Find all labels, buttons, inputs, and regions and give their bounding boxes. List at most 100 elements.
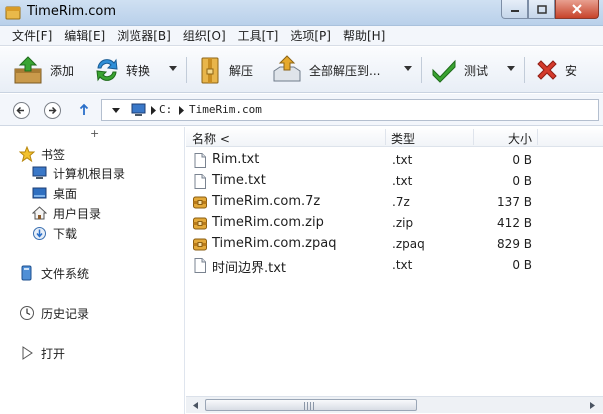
extract-icon <box>201 57 219 84</box>
toolbar-separator <box>524 57 525 83</box>
add-button[interactable]: 添加 <box>12 53 74 87</box>
menu-help[interactable]: 帮助[H] <box>337 26 391 46</box>
file-type: .txt <box>392 153 413 167</box>
back-arrow-icon <box>16 106 24 115</box>
menu-file[interactable]: 文件[F] <box>6 26 58 46</box>
convert-button[interactable]: 转换 <box>94 53 150 87</box>
file-type: .7z <box>392 195 410 209</box>
up-arrow-icon[interactable] <box>78 103 90 117</box>
delete-x-icon <box>537 60 557 80</box>
close-button[interactable] <box>555 0 599 19</box>
text-file-icon <box>194 153 206 168</box>
scroll-right-icon[interactable] <box>584 398 600 413</box>
scrollbar-thumb[interactable] <box>205 399 417 411</box>
column-divider[interactable] <box>473 129 474 145</box>
sidebar-item-filesystem[interactable]: 文件系统 <box>19 264 89 282</box>
column-type[interactable]: 类型 <box>391 130 415 147</box>
test-dropdown-icon[interactable] <box>507 66 515 71</box>
file-type: .txt <box>392 174 413 188</box>
file-size: 137 B <box>497 195 532 209</box>
table-row[interactable]: TimeRim.com.zip .zip 412 B <box>186 213 603 234</box>
desktop-icon <box>32 187 47 199</box>
table-row[interactable]: 时间边界.txt .txt 0 B <box>186 255 603 276</box>
file-size: 0 B <box>512 258 532 272</box>
sidebar-item-bookmarks[interactable]: 书签 <box>19 145 65 163</box>
forward-button[interactable] <box>44 102 61 119</box>
delete-button[interactable]: 安 <box>535 53 577 87</box>
delete-label: 安 <box>565 63 578 78</box>
checkmark-icon <box>432 59 456 83</box>
column-size[interactable]: 大小 <box>508 130 532 147</box>
path-separator-icon[interactable] <box>179 106 184 115</box>
file-type: .txt <box>392 258 413 272</box>
filesystem-icon <box>21 265 32 281</box>
file-size: 829 B <box>497 237 532 251</box>
test-button[interactable]: 测试 <box>430 53 488 87</box>
sidebar-item-label: 计算机根目录 <box>53 166 126 181</box>
test-label: 测试 <box>464 63 489 78</box>
column-divider[interactable] <box>385 129 386 145</box>
text-file-icon <box>194 258 206 273</box>
file-name: TimeRim.com.zpaq <box>212 236 337 251</box>
column-name[interactable]: 名称 < <box>192 130 230 147</box>
sidebar-item-label: 打开 <box>41 346 66 361</box>
file-size: 0 B <box>512 174 532 188</box>
sidebar-item-downloads[interactable]: 下载 <box>32 224 77 242</box>
table-row[interactable]: Time.txt .txt 0 B <box>186 171 603 192</box>
history-dropdown-icon[interactable] <box>112 108 120 113</box>
table-row[interactable]: TimeRim.com.zpaq .zpaq 829 B <box>186 234 603 255</box>
file-size: 412 B <box>497 216 532 230</box>
address-path[interactable]: C: TimeRim.com <box>101 99 599 121</box>
file-type: .zip <box>392 216 414 230</box>
menu-tools[interactable]: 工具[T] <box>232 26 285 46</box>
menu-bar: 文件[F] 编辑[E] 浏览器[B] 组织[O] 工具[T] 选项[P] 帮助[… <box>0 26 603 46</box>
path-drive[interactable]: C: <box>159 103 172 116</box>
extract-all-button[interactable]: 全部解压到... <box>271 53 380 87</box>
maximize-button[interactable] <box>528 0 555 19</box>
archive-icon <box>193 196 207 209</box>
clock-icon <box>20 306 34 320</box>
horizontal-scrollbar[interactable] <box>186 396 603 413</box>
sidebar-item-history[interactable]: 历史记录 <box>19 304 89 322</box>
menu-edit[interactable]: 编辑[E] <box>58 26 111 46</box>
sidebar-item-computer-root[interactable]: 计算机根目录 <box>32 164 125 182</box>
sidebar-item-home[interactable]: 用户目录 <box>32 204 101 222</box>
extract-all-dropdown-icon[interactable] <box>404 66 412 71</box>
table-row[interactable]: TimeRim.com.7z .7z 137 B <box>186 192 603 213</box>
extract-all-icon <box>273 55 301 82</box>
back-button[interactable] <box>13 102 30 119</box>
extract-button[interactable]: 解压 <box>197 53 253 87</box>
title-bar: TimeRim.com <box>0 0 603 26</box>
toolbar-separator <box>186 57 187 83</box>
scroll-left-icon[interactable] <box>188 398 204 413</box>
sidebar-item-open[interactable]: 打开 <box>19 344 65 362</box>
sidebar-collapse-toggle[interactable]: + <box>90 127 99 140</box>
menu-browser[interactable]: 浏览器[B] <box>111 26 177 46</box>
grip-icon <box>304 402 316 410</box>
address-bar: C: TimeRim.com <box>0 94 603 126</box>
file-size: 0 B <box>512 153 532 167</box>
home-icon <box>32 206 47 220</box>
path-folder[interactable]: TimeRim.com <box>189 103 262 116</box>
column-divider[interactable] <box>537 129 538 145</box>
extract-all-label: 全部解压到... <box>309 63 381 78</box>
add-label: 添加 <box>50 63 75 78</box>
file-name: Rim.txt <box>212 152 260 167</box>
convert-dropdown-icon[interactable] <box>169 66 177 71</box>
sidebar-item-desktop[interactable]: 桌面 <box>32 184 77 202</box>
menu-options[interactable]: 选项[P] <box>284 26 337 46</box>
menu-organize[interactable]: 组织[O] <box>177 26 232 46</box>
minimize-button[interactable] <box>501 0 528 19</box>
file-name: 时间边界.txt <box>212 261 287 276</box>
sidebar-item-label: 书签 <box>41 147 66 162</box>
app-icon <box>5 6 21 20</box>
sidebar-item-label: 下载 <box>53 226 78 241</box>
table-row[interactable]: Rim.txt .txt 0 B <box>186 150 603 171</box>
file-name: TimeRim.com.7z <box>212 194 321 209</box>
toolbar-separator <box>421 57 422 83</box>
file-name: TimeRim.com.zip <box>212 215 324 230</box>
sidebar-item-label: 用户目录 <box>53 206 102 221</box>
path-separator-icon[interactable] <box>151 106 156 115</box>
sort-indicator: < <box>219 132 230 146</box>
play-triangle-icon <box>22 346 33 360</box>
